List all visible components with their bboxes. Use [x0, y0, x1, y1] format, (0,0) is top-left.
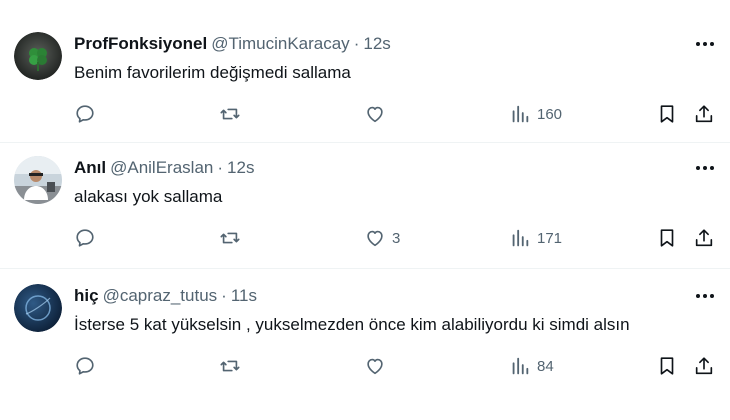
user-handle[interactable]: @capraz_tutus	[103, 286, 218, 305]
tweet-actions: 3 171	[0, 224, 730, 252]
avatar[interactable]	[14, 156, 62, 204]
separator-dot: ·	[353, 34, 360, 53]
display-name[interactable]: ProfFonksiyonel	[74, 34, 207, 53]
display-name[interactable]: hiç	[74, 286, 99, 305]
like-button[interactable]: 3	[364, 224, 400, 252]
tweet-actions: 84	[0, 352, 730, 380]
separator-dot: ·	[221, 286, 227, 305]
avatar[interactable]	[14, 32, 62, 80]
reply-button[interactable]	[74, 352, 96, 380]
tweet-text: Benim favorilerim değişmedi sallama	[74, 63, 351, 82]
views-button[interactable]: 171	[509, 224, 562, 252]
person-in-car-avatar-icon	[14, 156, 62, 204]
tweet-header: ProfFonksiyonel @TimucinKaracay · 12s	[74, 33, 391, 55]
avatar[interactable]	[14, 284, 62, 332]
more-dots-icon	[696, 166, 714, 170]
bookmark-button[interactable]	[656, 352, 678, 380]
view-count: 171	[537, 229, 563, 247]
more-options-button[interactable]	[692, 34, 718, 54]
more-options-button[interactable]	[692, 286, 718, 306]
more-dots-icon	[696, 42, 714, 46]
bookmark-button[interactable]	[656, 224, 678, 252]
views-icon	[512, 357, 529, 375]
share-icon	[695, 229, 713, 247]
retweet-icon	[220, 360, 240, 372]
more-dots-icon	[696, 294, 714, 298]
display-name[interactable]: Anıl	[74, 158, 106, 177]
view-count: 84	[537, 357, 554, 375]
timestamp[interactable]: 11s	[231, 286, 257, 305]
like-button[interactable]	[364, 352, 392, 380]
planet-avatar-icon	[14, 284, 62, 332]
tweet[interactable]: ProfFonksiyonel @TimucinKaracay · 12s Benim…	[0, 0, 730, 142]
timestamp[interactable]: 12s	[363, 34, 390, 53]
user-handle[interactable]: @TimucinKaracay	[211, 34, 350, 53]
bookmark-icon	[660, 105, 674, 123]
reply-icon	[76, 105, 94, 123]
reply-button[interactable]	[74, 224, 96, 252]
share-button[interactable]	[693, 352, 715, 380]
separator-dot: ·	[217, 158, 224, 177]
views-icon	[512, 229, 529, 247]
tweet[interactable]: hiç @capraz_tutus · 11s İsterse 5 kat yükse…	[0, 252, 730, 420]
share-icon	[695, 357, 713, 375]
heart-icon	[367, 230, 383, 247]
retweet-button[interactable]	[219, 224, 241, 252]
like-count: 3	[392, 229, 401, 247]
view-count: 160	[537, 105, 563, 123]
reply-icon	[76, 357, 94, 375]
share-button[interactable]	[693, 224, 715, 252]
bookmark-icon	[660, 229, 674, 247]
retweet-icon	[220, 108, 240, 120]
timestamp[interactable]: 12s	[227, 158, 254, 177]
tweet-header: Anıl @AnilEraslan · 12s	[74, 157, 254, 179]
views-button[interactable]: 84	[509, 352, 554, 380]
tweet-header: hiç @capraz_tutus · 11s	[74, 285, 257, 307]
tweet[interactable]: Anıl @AnilEraslan · 12s alakası yok sallama…	[0, 124, 730, 266]
bookmark-icon	[660, 357, 674, 375]
user-handle[interactable]: @AnilEraslan	[110, 158, 213, 177]
more-options-button[interactable]	[692, 158, 718, 178]
heart-icon	[367, 358, 383, 375]
reply-icon	[76, 229, 94, 247]
views-icon	[512, 105, 529, 123]
share-icon	[695, 105, 713, 123]
retweet-icon	[220, 232, 240, 244]
tweet-feed: ProfFonksiyonel @TimucinKaracay · 12s Benim…	[0, 0, 730, 420]
retweet-button[interactable]	[219, 352, 241, 380]
heart-icon	[367, 106, 383, 123]
clover-avatar-icon	[14, 32, 62, 80]
tweet-text: alakası yok sallama	[74, 187, 223, 206]
tweet-text: İsterse 5 kat yükselsin , yukselmezden ö…	[74, 315, 630, 334]
